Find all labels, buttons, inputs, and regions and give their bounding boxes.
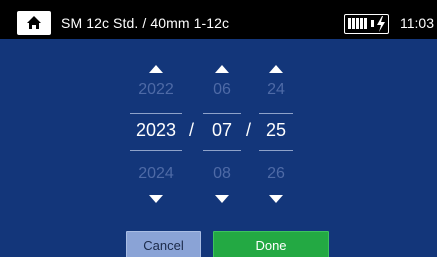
day-down-arrow-icon[interactable] bbox=[269, 195, 283, 203]
year-prev[interactable]: 2022 bbox=[130, 81, 182, 99]
home-icon bbox=[27, 16, 41, 29]
year-up-arrow-icon[interactable] bbox=[149, 65, 163, 73]
battery-charging-icon bbox=[344, 14, 389, 34]
done-button[interactable]: Done bbox=[213, 231, 329, 257]
month-down-arrow-icon[interactable] bbox=[215, 195, 229, 203]
month-next[interactable]: 08 bbox=[203, 165, 241, 183]
year-divider-bottom bbox=[130, 150, 182, 151]
home-button[interactable] bbox=[17, 11, 51, 35]
day-divider-bottom bbox=[259, 150, 293, 151]
day-divider-top bbox=[259, 113, 293, 114]
year-divider-top bbox=[130, 113, 182, 114]
page-title: SM 12c Std. / 40mm 1-12c bbox=[61, 15, 230, 31]
day-up-arrow-icon[interactable] bbox=[269, 65, 283, 73]
day-next[interactable]: 26 bbox=[259, 165, 293, 183]
date-picker-screen: SM 12c Std. / 40mm 1-12c 11:03 2022 2023… bbox=[0, 0, 437, 257]
year-down-arrow-icon[interactable] bbox=[149, 195, 163, 203]
month-divider-bottom bbox=[203, 150, 241, 151]
month-up-arrow-icon[interactable] bbox=[215, 65, 229, 73]
year-selected[interactable]: 2023 bbox=[130, 120, 182, 141]
date-separator: / bbox=[246, 120, 252, 140]
cancel-button[interactable]: Cancel bbox=[126, 231, 201, 257]
day-prev[interactable]: 24 bbox=[259, 81, 293, 99]
date-separator: / bbox=[189, 120, 195, 140]
month-prev[interactable]: 06 bbox=[203, 81, 241, 99]
month-selected[interactable]: 07 bbox=[203, 120, 241, 141]
year-next[interactable]: 2024 bbox=[130, 165, 182, 183]
day-selected[interactable]: 25 bbox=[259, 120, 293, 141]
clock: 11:03 bbox=[400, 15, 434, 31]
top-bar: SM 12c Std. / 40mm 1-12c 11:03 bbox=[0, 0, 437, 39]
month-divider-top bbox=[203, 113, 241, 114]
